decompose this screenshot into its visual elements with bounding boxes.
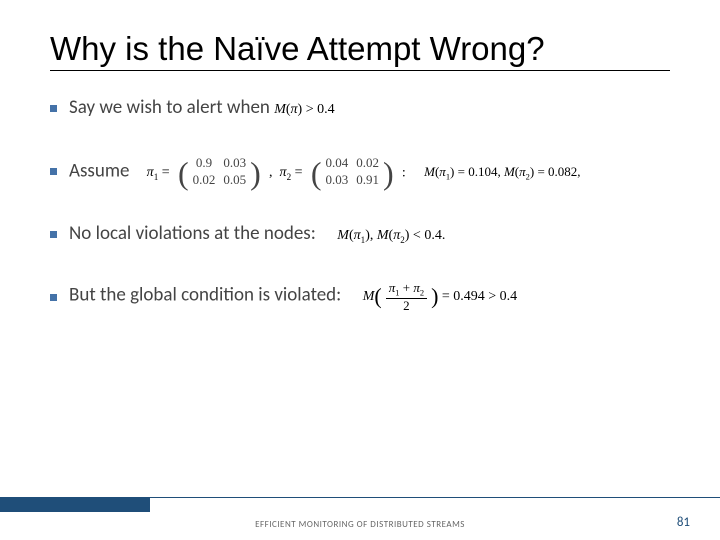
matrix-1: ( 0.90.02 0.030.05 ): [178, 155, 261, 189]
bullet-1-pre: Say we wish to alert when: [69, 96, 274, 119]
footer-bar: [0, 498, 150, 512]
bullet-icon: [50, 105, 57, 112]
bullet-4-text: But the global condition is violated: M(…: [69, 281, 517, 313]
bullet-4: But the global condition is violated: M(…: [50, 281, 670, 313]
slide-body: Say we wish to alert when M(π) > 0.4 Ass…: [50, 96, 670, 313]
bullet-4-pre: But the global condition is violated:: [69, 283, 341, 306]
bullet-3-pre: No local violations at the nodes:: [69, 222, 316, 245]
m-values: M(π1) = 0.104, M(π2) = 0.082,: [424, 164, 580, 179]
bullet-2-pre: Assume: [69, 159, 129, 182]
bullet-1: Say we wish to alert when M(π) > 0.4: [50, 96, 670, 121]
footer-text: EFFICIENT MONITORING OF DISTRIBUTED STRE…: [0, 519, 720, 530]
matrix-2: ( 0.040.03 0.020.91 ): [311, 155, 394, 189]
bullet-2: Assume π1 = ( 0.90.02 0.030.05 ) , π2 = …: [50, 155, 670, 189]
bullet-3-expr: M(π1), M(π2) < 0.4.: [337, 228, 445, 243]
slide: Why is the Naïve Attempt Wrong? Say we w…: [0, 0, 720, 540]
slide-title: Why is the Naïve Attempt Wrong?: [50, 30, 670, 70]
bullet-1-text: Say we wish to alert when M(π) > 0.4: [69, 96, 335, 121]
bullet-2-text: Assume π1 = ( 0.90.02 0.030.05 ) , π2 = …: [69, 155, 581, 189]
title-rule: [50, 70, 670, 71]
bullet-icon: [50, 294, 57, 301]
bullet-icon: [50, 168, 57, 175]
page-number: 81: [677, 515, 690, 530]
bullet-3: No local violations at the nodes: M(π1),…: [50, 222, 670, 247]
bullet-icon: [50, 231, 57, 238]
bullet-3-text: No local violations at the nodes: M(π1),…: [69, 222, 445, 247]
bullet-4-expr: M(π1 + π22) = 0.494 > 0.4: [363, 289, 517, 304]
bullet-1-expr: M(π) > 0.4: [274, 102, 334, 117]
pi1-def: π1 =: [147, 165, 170, 180]
